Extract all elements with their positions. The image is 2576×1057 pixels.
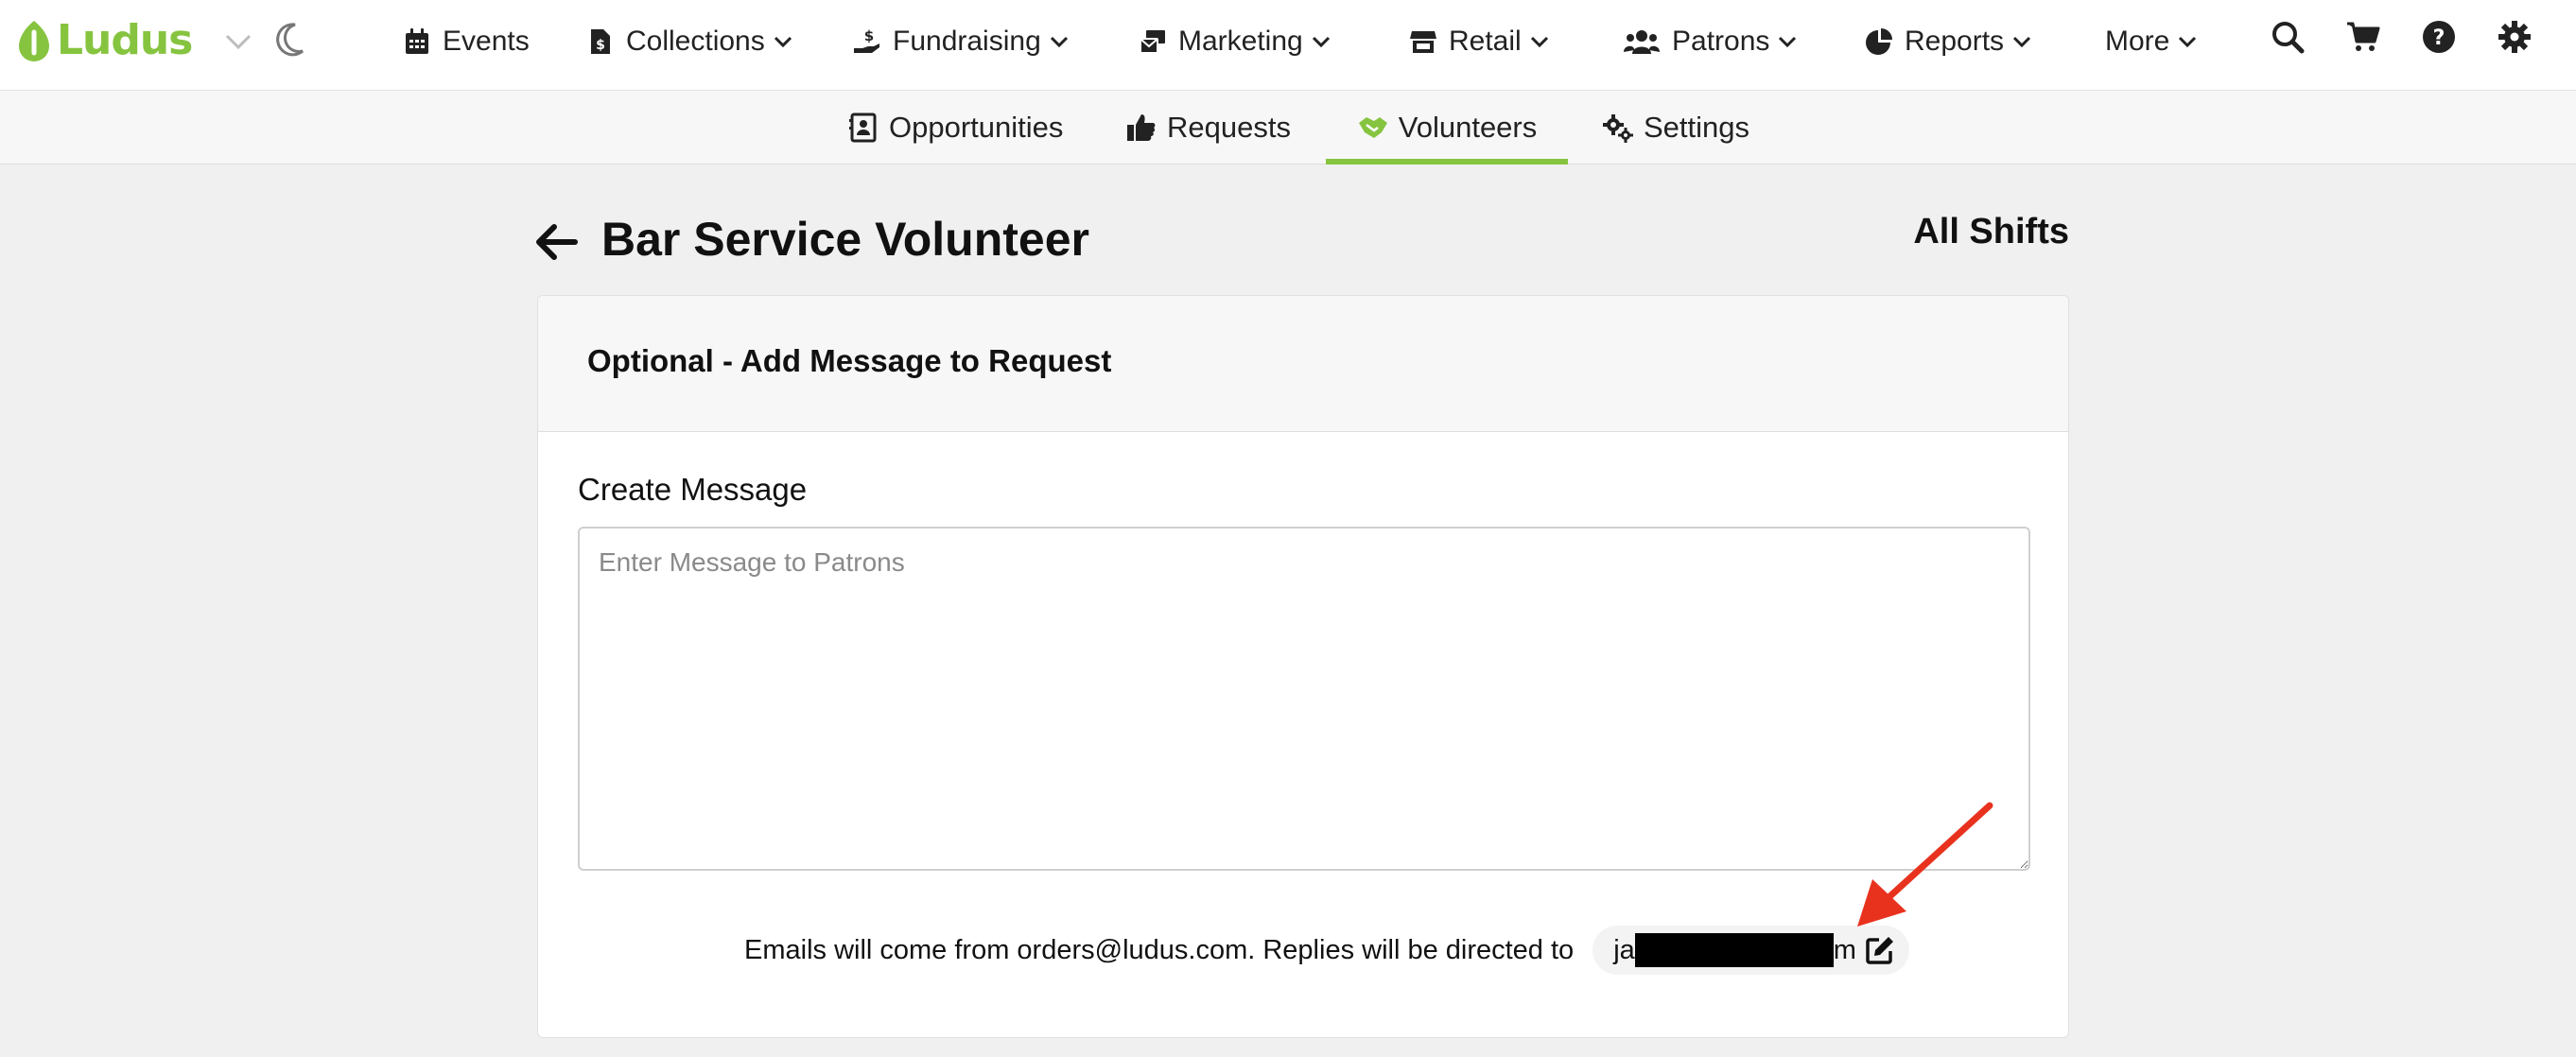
message-card: Optional - Add Message to Request Create… [537,295,2069,1038]
card-header: Optional - Add Message to Request [538,296,2068,432]
reply-email-pill[interactable]: ja m [1593,926,1909,975]
subnav-label: Settings [1644,111,1750,144]
pie-chart-icon [1866,28,1892,55]
ludus-logo-icon [19,21,49,61]
store-icon [1410,31,1436,53]
reply-email-end: m [1833,934,1856,965]
brand-name: Ludus [57,16,193,64]
thumbs-up-icon [1127,114,1156,141]
users-icon [1624,30,1660,54]
subnav-label: Requests [1167,111,1291,144]
nav-label: Events [443,26,530,57]
hand-dollar-icon: $ [854,27,879,53]
reply-notice: Emails will come from orders@ludus.com. … [744,926,1909,975]
ludus-logo[interactable]: Ludus [15,13,193,68]
reply-email-start: ja [1613,934,1635,965]
card-title: Optional - Add Message to Request [587,343,1112,378]
chevron-down-icon [1050,36,1068,48]
nav-marketing[interactable]: Marketing [1139,19,1332,64]
nav-fundraising[interactable]: $ Fundraising [853,19,1070,64]
nav-collections[interactable]: $ Collections [586,19,793,64]
chevron-down-icon [1312,36,1330,48]
calendar-icon [406,28,428,54]
page-title: Bar Service Volunteer [601,213,1089,266]
nav-label: Retail [1449,26,1522,57]
chevron-down-icon[interactable] [223,30,253,53]
chevron-down-icon [774,36,792,48]
moon-icon[interactable] [272,21,306,59]
subnav-settings[interactable]: Settings [1602,91,1749,165]
mail-bulk-icon [1140,30,1165,54]
edit-icon[interactable] [1864,934,1896,966]
nav-label: Fundraising [893,26,1041,57]
file-dollar-icon: $ [591,29,610,54]
svg-text:?: ? [2433,26,2445,50]
reply-notice-text: Emails will come from orders@ludus.com. … [744,934,1575,965]
handshake-icon [1358,117,1387,138]
nav-retail[interactable]: Retail [1409,19,1550,64]
svg-text:$: $ [864,27,874,44]
all-shifts-link[interactable]: All Shifts [1854,212,2069,252]
search-icon[interactable] [2270,19,2306,55]
message-textarea[interactable] [578,527,2030,871]
chevron-down-icon [1779,36,1797,48]
nav-label: Patrons [1672,26,1770,57]
nav-label: Reports [1905,26,2005,57]
cart-icon[interactable] [2345,19,2381,55]
contact-card-icon [849,113,877,143]
chevron-down-icon [2179,36,2197,48]
nav-label: More [2105,26,2170,57]
gear-icon[interactable] [2497,19,2532,55]
chevron-down-icon [2012,36,2031,48]
nav-more[interactable]: More [2105,19,2198,64]
subnav-label: Volunteers [1398,111,1538,144]
sub-navbar: Opportunities Requests Volunteers Settin… [0,91,2576,165]
help-icon[interactable]: ? [2421,19,2457,55]
gears-icon [1603,114,1633,143]
svg-text:$: $ [596,38,605,53]
subnav-label: Opportunities [889,111,1064,144]
subnav-volunteers[interactable]: Volunteers [1326,91,1568,165]
nav-reports[interactable]: Reports [1865,19,2032,64]
back-arrow-icon[interactable] [533,221,579,263]
create-message-label: Create Message [578,472,808,507]
chevron-down-icon [1530,36,1548,48]
nav-events[interactable]: Events [403,19,530,64]
top-navbar: Ludus Events $ Collections $ Fundraising [0,0,2576,91]
subnav-requests[interactable]: Requests [1125,91,1291,165]
subnav-opportunities[interactable]: Opportunities [847,91,1063,165]
nav-label: Marketing [1178,26,1303,57]
nav-patrons[interactable]: Patrons [1623,19,1798,64]
redaction-bar [1634,933,1834,967]
nav-label: Collections [626,26,765,57]
